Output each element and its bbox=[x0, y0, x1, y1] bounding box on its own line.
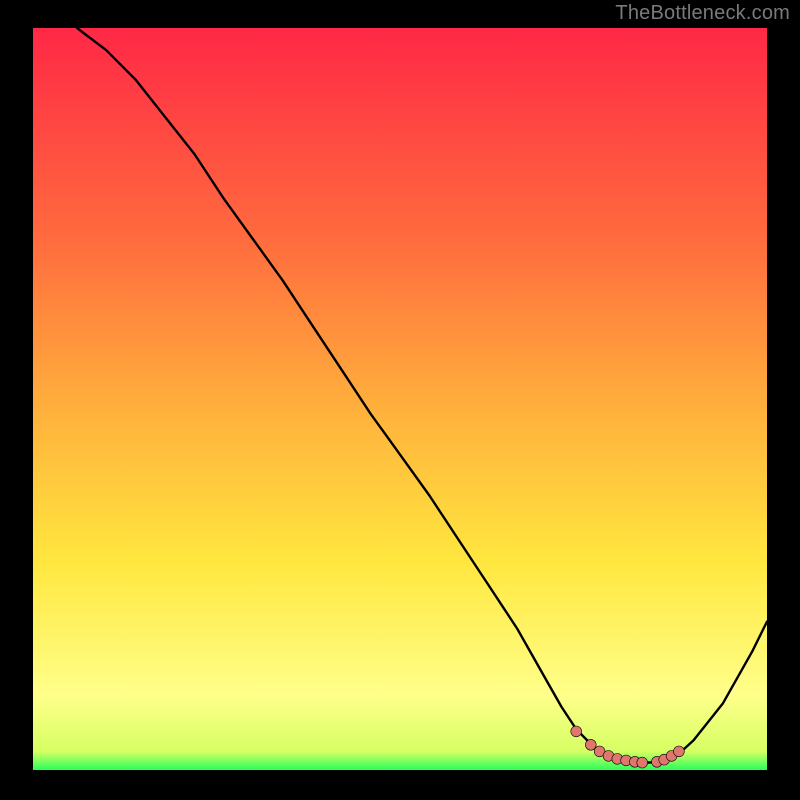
bottleneck-chart bbox=[0, 0, 800, 800]
marker-point bbox=[674, 746, 685, 757]
marker-point bbox=[571, 726, 582, 737]
marker-point bbox=[637, 757, 648, 768]
chart-canvas: TheBottleneck.com bbox=[0, 0, 800, 800]
plot-area bbox=[33, 28, 767, 770]
marker-point bbox=[585, 739, 596, 750]
watermark-text: TheBottleneck.com bbox=[615, 2, 790, 25]
